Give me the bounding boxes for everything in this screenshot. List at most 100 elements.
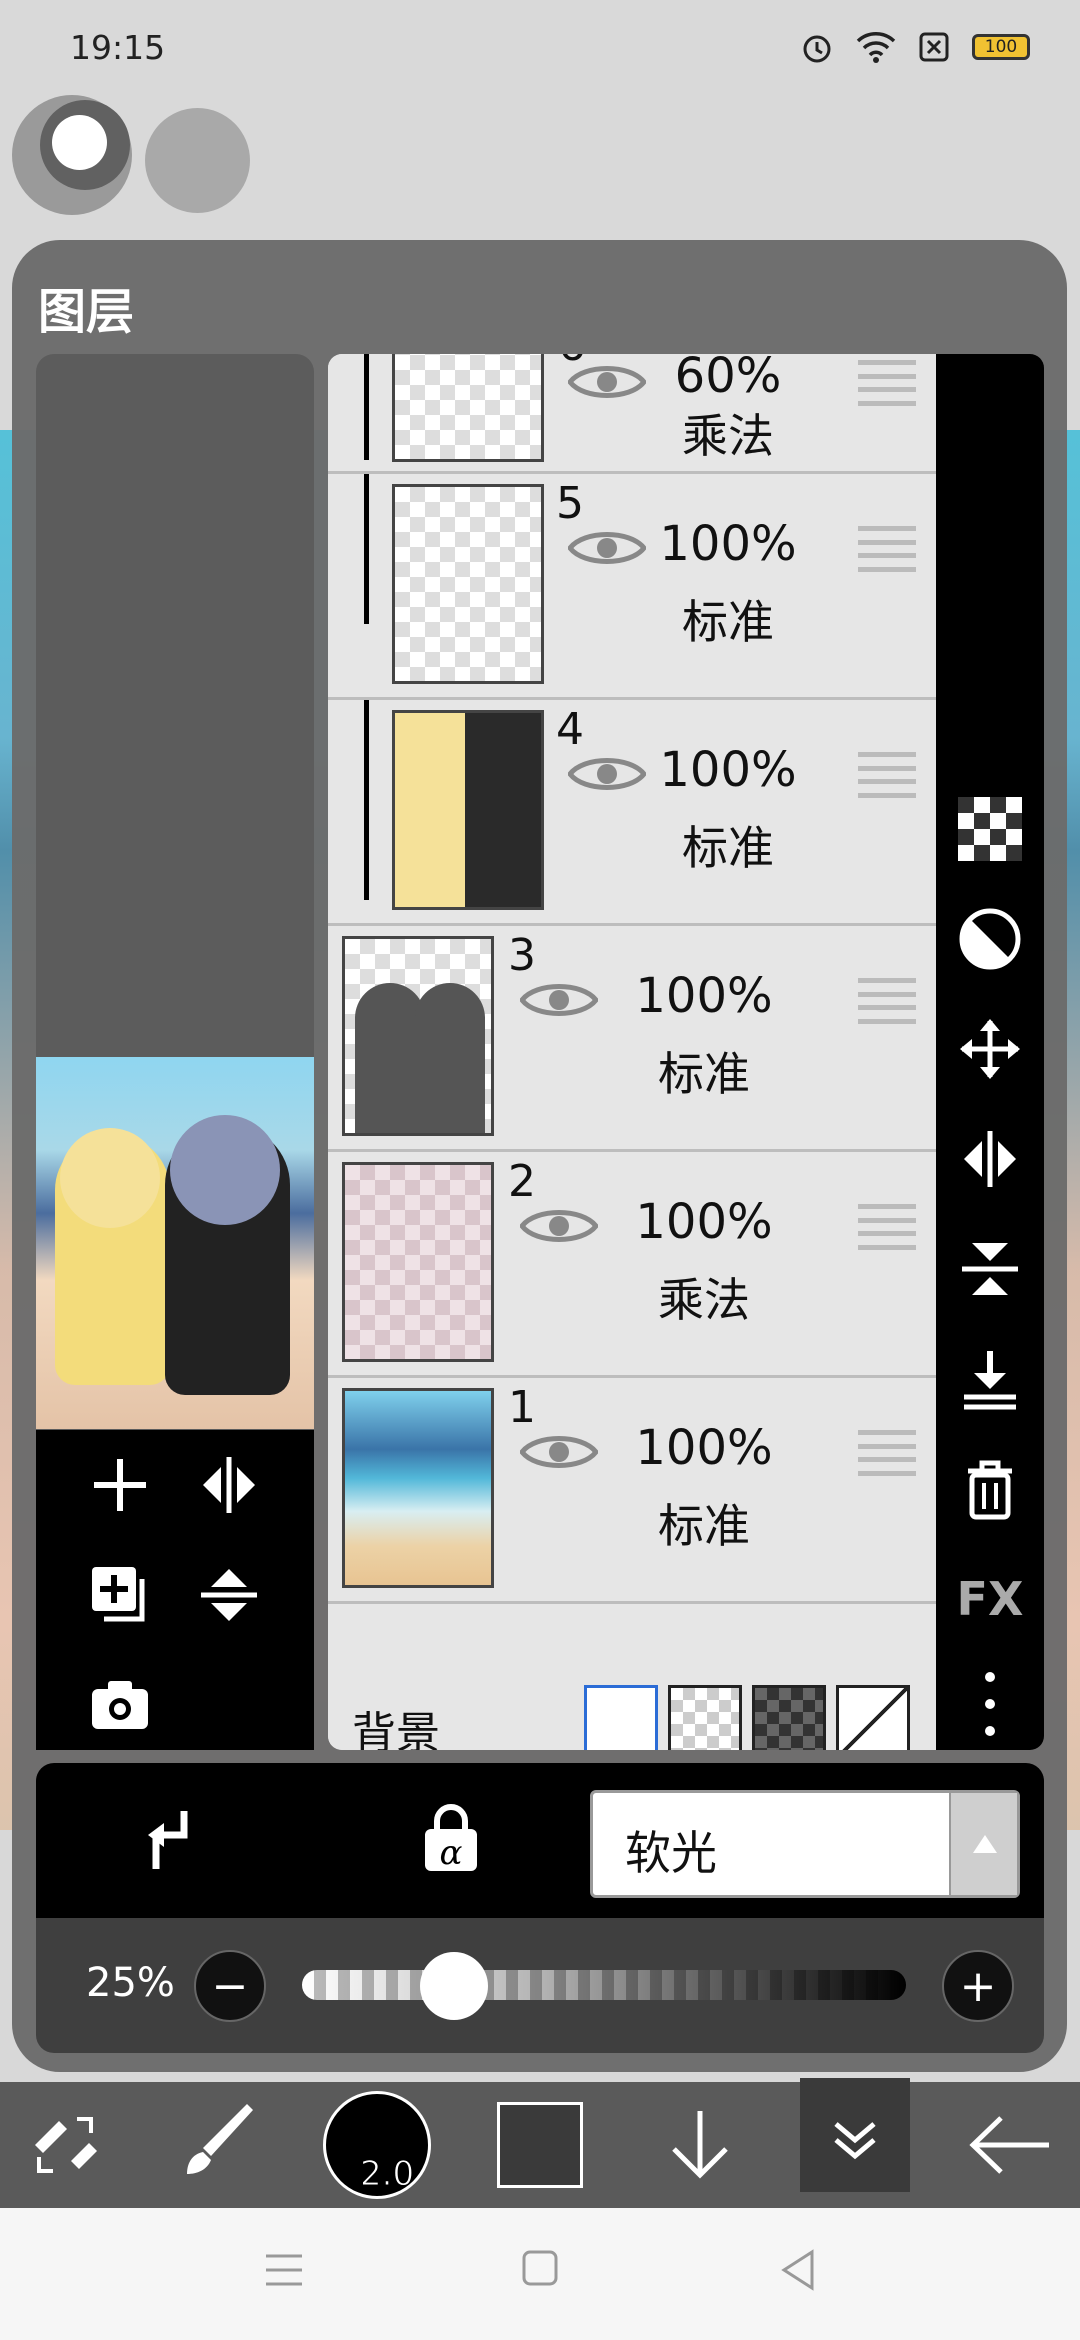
layer-opacity: 100% (659, 516, 797, 572)
brush-preview-dot (52, 115, 107, 170)
visibility-eye-icon[interactable] (520, 1430, 598, 1474)
status-time: 19:15 (70, 28, 166, 67)
trash-icon[interactable] (955, 1454, 1025, 1524)
layer-tool-grid (36, 1430, 314, 1750)
drag-handle-icon[interactable] (858, 752, 916, 798)
opacity-increase-button[interactable]: + (942, 1950, 1014, 2022)
flip-horizontal-icon[interactable] (194, 1450, 264, 1520)
arrow-down-icon[interactable] (650, 2082, 750, 2208)
clipping-icon[interactable] (140, 1803, 204, 1877)
layer-number: 3 (508, 930, 536, 981)
invert-icon[interactable] (955, 904, 1025, 974)
back-icon[interactable] (778, 2248, 818, 2292)
layer-row[interactable]: 1 100% 标准 (328, 1378, 936, 1604)
sim-blocked-icon (919, 32, 949, 62)
layer-row[interactable]: 2 100% 乘法 (328, 1152, 936, 1378)
layer-right-toolbar: FX (936, 354, 1044, 1750)
duplicate-layer-icon[interactable] (85, 1560, 155, 1630)
layer-thumbnail (342, 936, 494, 1136)
layer-thumbnail (392, 354, 544, 462)
thumbnail-figure-right-head (170, 1115, 280, 1225)
checker-icon[interactable] (955, 794, 1025, 864)
opacity-slider-knob[interactable] (420, 1952, 488, 2020)
menu-icon[interactable] (262, 2248, 306, 2292)
layer-row[interactable]: 5 100% 标准 (328, 474, 936, 700)
opacity-slider[interactable] (302, 1970, 906, 2000)
layer-thumbnail (342, 1162, 494, 1362)
clip-indicator (364, 700, 369, 900)
drag-handle-icon[interactable] (858, 526, 916, 572)
background-none-swatch[interactable] (836, 1685, 910, 1750)
layer-row[interactable]: 3 100% 标准 (328, 926, 936, 1152)
move-icon[interactable] (955, 1014, 1025, 1084)
visibility-eye-icon[interactable] (568, 360, 646, 404)
main-toolbar: 2.0 (0, 2078, 1080, 2208)
dropdown-arrow-icon (949, 1793, 1017, 1895)
color-swatch[interactable] (490, 2082, 590, 2208)
add-layer-icon[interactable] (85, 1450, 155, 1520)
layer-number: 5 (556, 478, 584, 529)
visibility-eye-icon[interactable] (520, 1204, 598, 1248)
flip-vertical-icon[interactable] (194, 1560, 264, 1630)
opacity-decrease-button[interactable]: − (194, 1950, 266, 2022)
layer-number: 1 (508, 1382, 536, 1433)
system-nav-bar (0, 2208, 1080, 2340)
drag-handle-icon[interactable] (858, 360, 916, 406)
clip-indicator (364, 474, 369, 624)
alpha-lock-icon[interactable]: α (419, 1801, 483, 1877)
blend-mode-value: 软光 (625, 1826, 717, 1880)
drag-handle-icon[interactable] (858, 1204, 916, 1250)
visibility-eye-icon[interactable] (520, 978, 598, 1022)
brush-tool-icon[interactable] (170, 2082, 270, 2208)
merge-down-icon[interactable] (955, 1344, 1025, 1414)
home-icon[interactable] (520, 2248, 560, 2288)
layer-list: 6 60% 乘法 5 100% 标准 4 100% 标准 3 100% 标准 (328, 354, 936, 1750)
layer-row[interactable]: 4 100% 标准 (328, 700, 936, 926)
layer-blend-mode: 标准 (682, 595, 774, 649)
layer-row[interactable]: 6 60% 乘法 (328, 354, 936, 474)
layer-opacity: 100% (635, 1194, 773, 1250)
camera-icon[interactable] (85, 1670, 155, 1740)
visibility-eye-icon[interactable] (568, 526, 646, 570)
current-color (497, 2102, 583, 2188)
drag-handle-icon[interactable] (858, 1430, 916, 1476)
fx-button[interactable]: FX (955, 1564, 1025, 1634)
silhouette-shape (415, 983, 485, 1133)
double-chevron-down-icon (834, 2122, 876, 2160)
tool-switch-icon[interactable] (20, 2082, 110, 2208)
background-row: 背景 (328, 1677, 936, 1750)
brush-size-circle: 2.0 (323, 2091, 431, 2199)
layer-opacity: 100% (635, 968, 773, 1024)
brush-size-button[interactable]: 2.0 (322, 2082, 432, 2208)
svg-text:α: α (440, 1833, 463, 1873)
layer-blend-mode: 乘法 (658, 1273, 750, 1327)
flip-h-icon[interactable] (955, 1124, 1025, 1194)
brush-size-value: 2.0 (359, 2154, 415, 2195)
wifi-icon (856, 32, 896, 63)
layer-blend-mode: 标准 (682, 821, 774, 875)
layer-opacity: 100% (635, 1420, 773, 1476)
blend-mode-dropdown[interactable]: 软光 (590, 1790, 1020, 1898)
layer-number: 4 (556, 704, 584, 755)
drag-handle-icon[interactable] (858, 978, 916, 1024)
layer-thumbnail (392, 484, 544, 684)
layers-collapse-button[interactable] (800, 2078, 910, 2192)
visibility-eye-icon[interactable] (568, 752, 646, 796)
layer-opacity: 60% (674, 354, 782, 404)
background-dark-swatch[interactable] (752, 1685, 826, 1750)
layer-opacity: 100% (659, 742, 797, 798)
background-label: 背景 (352, 1708, 440, 1750)
background-white-swatch[interactable] (584, 1685, 658, 1750)
layer-number: 2 (508, 1156, 536, 1207)
layer-thumbnail (392, 710, 544, 910)
panel-title: 图层 (38, 284, 135, 340)
background-transparent-swatch[interactable] (668, 1685, 742, 1750)
opacity-label: 25% (86, 1960, 175, 2006)
back-arrow-icon[interactable] (960, 2082, 1060, 2208)
redo-button[interactable] (145, 108, 250, 213)
more-icon[interactable] (955, 1669, 1025, 1739)
layer-blend-mode: 标准 (658, 1499, 750, 1553)
flip-v-icon[interactable] (955, 1234, 1025, 1304)
status-icons: 100 (800, 30, 1030, 64)
status-bar: 19:15 100 (0, 0, 1080, 95)
